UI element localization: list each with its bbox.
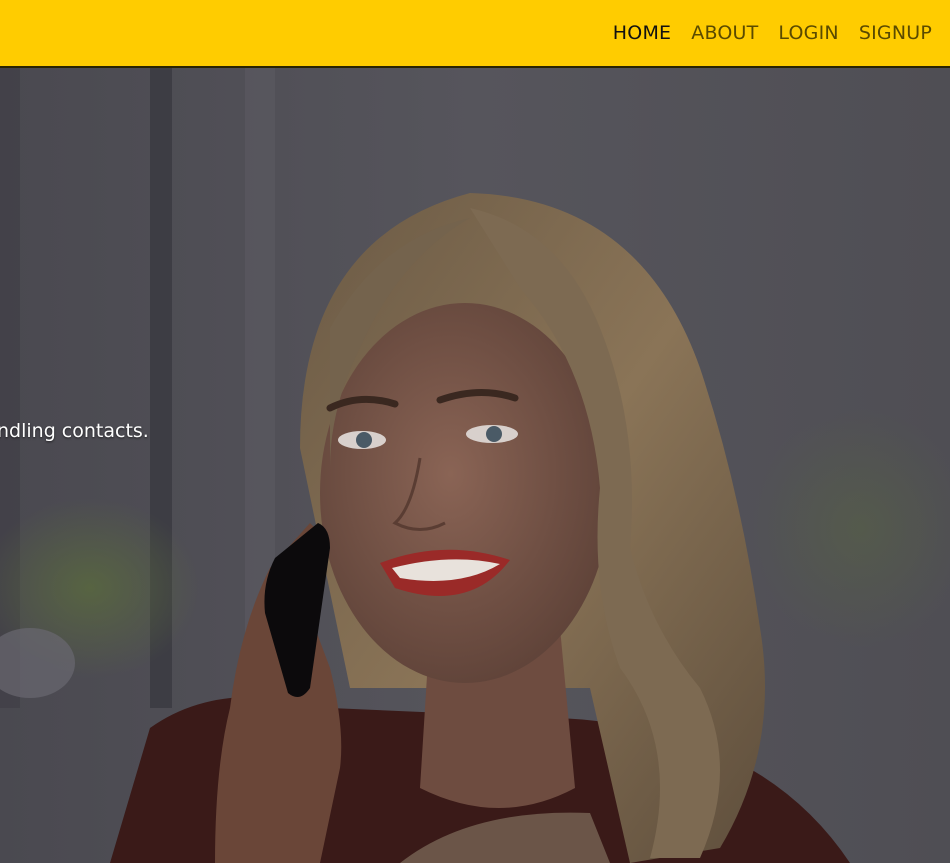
hero-section: ndling contacts. bbox=[0, 68, 950, 863]
nav-menu: HOME ABOUT LOGIN SIGNUP bbox=[613, 22, 932, 44]
hero-tagline: ndling contacts. bbox=[0, 420, 149, 442]
top-navbar: HOME ABOUT LOGIN SIGNUP bbox=[0, 0, 950, 68]
hero-background-photo bbox=[0, 68, 950, 863]
nav-login-link[interactable]: LOGIN bbox=[778, 22, 838, 44]
nav-signup-link[interactable]: SIGNUP bbox=[859, 22, 932, 44]
nav-home-link[interactable]: HOME bbox=[613, 22, 671, 44]
nav-about-link[interactable]: ABOUT bbox=[691, 22, 758, 44]
